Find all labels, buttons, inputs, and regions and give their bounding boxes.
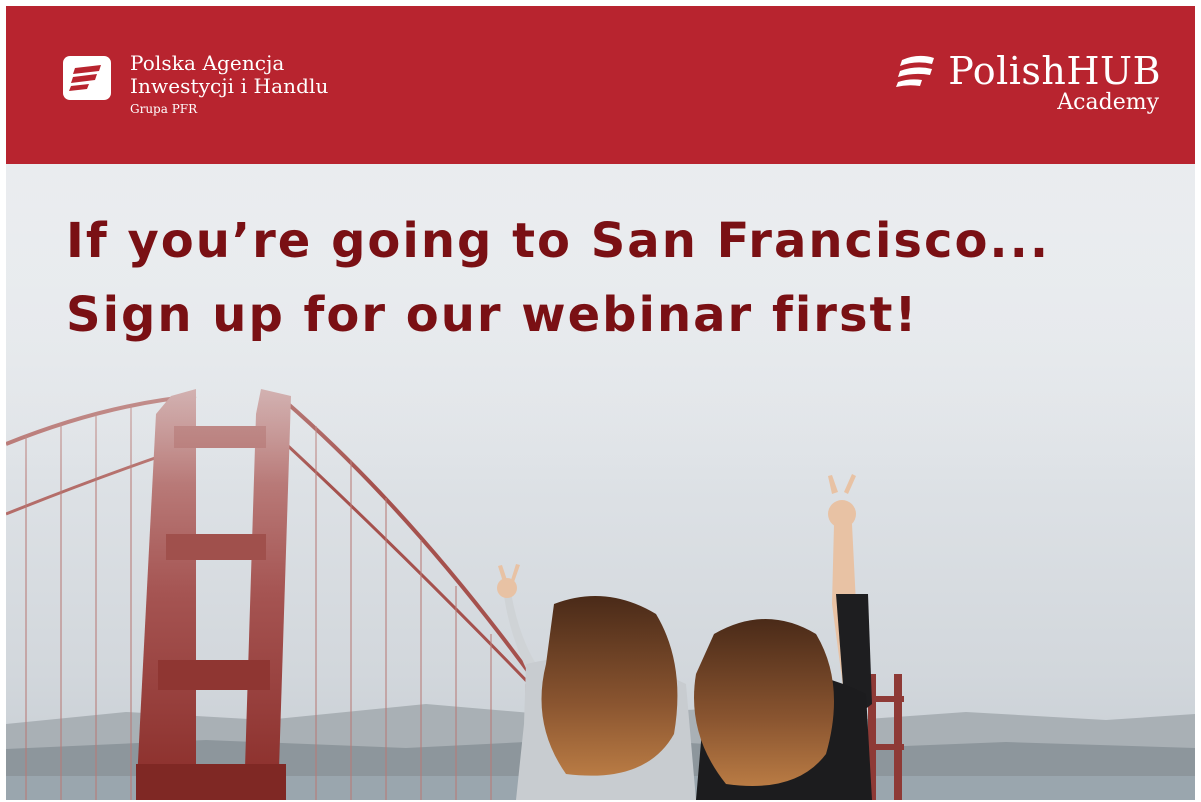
paih-group-label: Grupa PFR [130,102,198,116]
polishhub-title: PolishHUB [948,49,1161,93]
polishhub-logo: PolishHUB Academy [896,49,1161,115]
polishhub-stripes-icon [896,55,935,87]
webinar-banner: Polska Agencja Inwestycji i Handlu Grupa… [6,6,1195,800]
headline-line1: If you’re going to San Francisco... [66,213,1051,269]
paih-flag-icon [63,56,111,100]
polishhub-subtitle: Academy [1057,90,1159,115]
brand-header: Polska Agencja Inwestycji i Handlu Grupa… [6,6,1195,164]
webinar-headline: If you’re going to San Francisco... Sign… [66,204,1050,352]
headline-line2: Sign up for our webinar first! [66,287,919,343]
paih-wordmark: Polska Agencja Inwestycji i Handlu Grupa… [130,52,328,119]
paih-name-line2: Inwestycji i Handlu [130,74,329,98]
paih-name-line1: Polska Agencja [130,51,285,75]
